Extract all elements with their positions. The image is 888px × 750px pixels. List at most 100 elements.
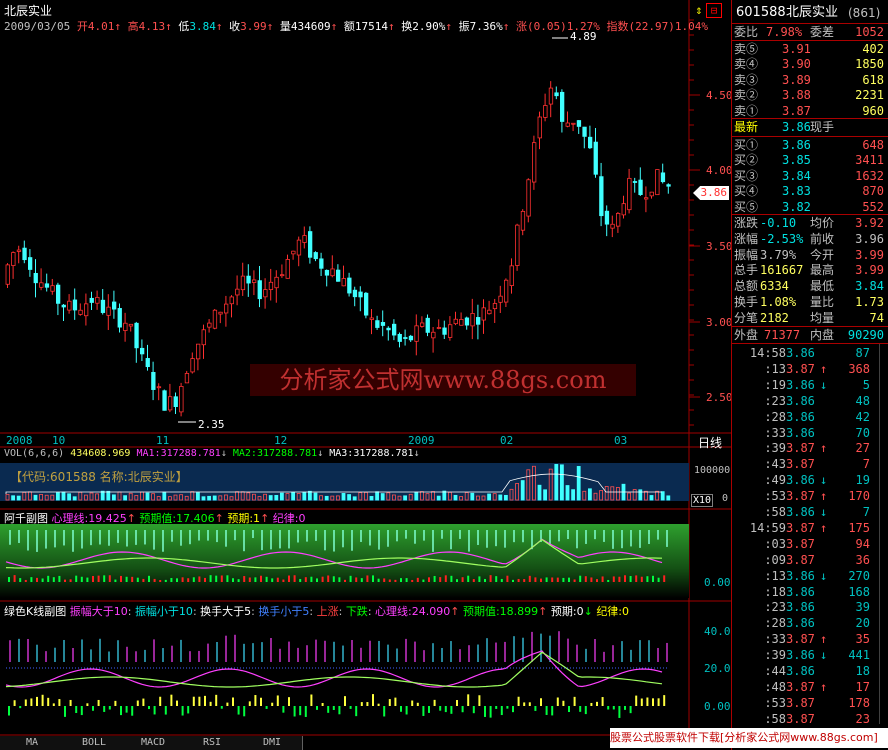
tab-dmi[interactable]: DMI: [242, 736, 303, 750]
ind1-bar: [108, 575, 111, 582]
ind2-bar: [148, 706, 150, 710]
volume-bar: [61, 491, 66, 501]
ind1-bar: [215, 575, 218, 582]
volume-bar: [369, 496, 374, 501]
candle-body: [240, 275, 246, 291]
volume-bar: [72, 496, 77, 501]
ind1-bar: [131, 576, 134, 582]
ind1-bar: [635, 575, 638, 582]
close-icon[interactable]: ⊟: [706, 3, 722, 18]
ind1-bar: [590, 577, 593, 582]
candle-body: [56, 284, 61, 304]
low-annotation: 2.35: [198, 418, 225, 431]
ind1-period: 预期:1: [227, 512, 261, 525]
ind2-bar: [332, 706, 335, 710]
candle-body: [593, 141, 598, 175]
volume-bar: [123, 495, 127, 501]
candle-body: [498, 295, 503, 303]
candle-body: [565, 122, 570, 127]
volume-bar: [207, 495, 212, 501]
tick-scrollbar[interactable]: [879, 344, 888, 724]
tab-ma[interactable]: MA: [0, 736, 65, 750]
ind2-bar: [36, 696, 38, 706]
ind1-bar: [136, 577, 139, 582]
ind2-bar: [243, 706, 246, 717]
stat-row: 振幅 3.79% 今开 3.99: [734, 247, 884, 262]
ind2-bar: [97, 699, 100, 706]
ind1-bar: [176, 578, 178, 582]
ind2-bar: [24, 699, 27, 706]
volume-bar: [666, 495, 671, 501]
ind1-bar: [13, 575, 16, 582]
ind1-bar: [288, 575, 290, 582]
ind2-bar: [265, 706, 268, 709]
footer-banner[interactable]: 股票公式股票软件下载[分析家公式网www.88gs.com]: [610, 728, 888, 748]
ind1-bar: [388, 579, 391, 582]
ind2-bar: [159, 696, 162, 706]
ind1-bar: [181, 577, 184, 582]
candle-body: [341, 278, 346, 287]
ind1-bar: [254, 577, 257, 582]
candle-body: [599, 176, 604, 217]
tab-boll[interactable]: BOLL: [64, 736, 125, 750]
volume-bar: [201, 496, 206, 501]
candle-body: [576, 120, 582, 127]
candle-body: [22, 247, 27, 261]
tab-macd[interactable]: MACD: [124, 736, 183, 750]
tick-row: :23 3.86 48: [764, 393, 870, 408]
pin-icon[interactable]: ⇕: [692, 3, 706, 17]
ma1-value: 317288.781: [160, 448, 221, 459]
ind1-bar: [618, 576, 621, 582]
volume-bar: [403, 495, 408, 501]
ind2-bar: [260, 697, 262, 706]
candle-body: [274, 276, 279, 289]
ind2-bar: [478, 695, 481, 706]
tick-row: :28 3.86 20: [764, 616, 870, 631]
volume-bar: [212, 495, 217, 501]
ind1-bar: [220, 575, 223, 582]
candle-body: [291, 250, 296, 255]
candle-body: [537, 116, 542, 139]
ind1-bar: [120, 575, 122, 582]
ind2-bar: [607, 706, 610, 710]
open-value: 4.01: [87, 20, 115, 33]
ind1-bar: [237, 579, 240, 582]
volume-bar: [487, 493, 492, 501]
ind1-bar: [327, 575, 330, 582]
ind2-l7: 心理线:24.090: [375, 605, 451, 618]
candle-body: [352, 289, 358, 298]
tab-rsi[interactable]: RSI: [182, 736, 243, 750]
ind1-bar: [456, 579, 458, 582]
ind2-bar: [400, 706, 402, 712]
candle-body: [666, 184, 671, 187]
amp-label: 振: [458, 20, 470, 33]
ind1-bar: [601, 576, 604, 582]
candle-body: [543, 105, 548, 118]
ind1-bar: [265, 576, 268, 582]
candle-body: [582, 126, 587, 137]
volume-bar: [324, 495, 329, 501]
candle-body: [638, 179, 643, 195]
volume-bar: [268, 495, 273, 501]
ind2-bar: [388, 699, 391, 706]
ind2-bar: [254, 695, 257, 706]
candle-body: [632, 181, 638, 183]
ind2-bar: [349, 706, 352, 709]
candle-body: [397, 333, 402, 342]
candle-body: [470, 313, 475, 327]
candle-body: [436, 327, 442, 329]
ind2-l2: 振幅小于10: [134, 605, 193, 618]
candle-body: [251, 279, 257, 283]
ind2-bar: [663, 695, 666, 706]
candle-body: [369, 317, 374, 320]
ind2-bar: [366, 702, 369, 706]
candle-body: [419, 322, 425, 327]
volume-bar: [67, 493, 71, 501]
ind1-bar: [103, 575, 106, 582]
period-label[interactable]: 日线: [698, 434, 722, 451]
candle-body: [313, 252, 318, 260]
ind2-bar: [8, 706, 10, 716]
ind1-bar: [276, 577, 279, 582]
ind1-bar: [47, 575, 50, 582]
tick-row: :39 3.87 ↑ 27: [764, 441, 870, 456]
